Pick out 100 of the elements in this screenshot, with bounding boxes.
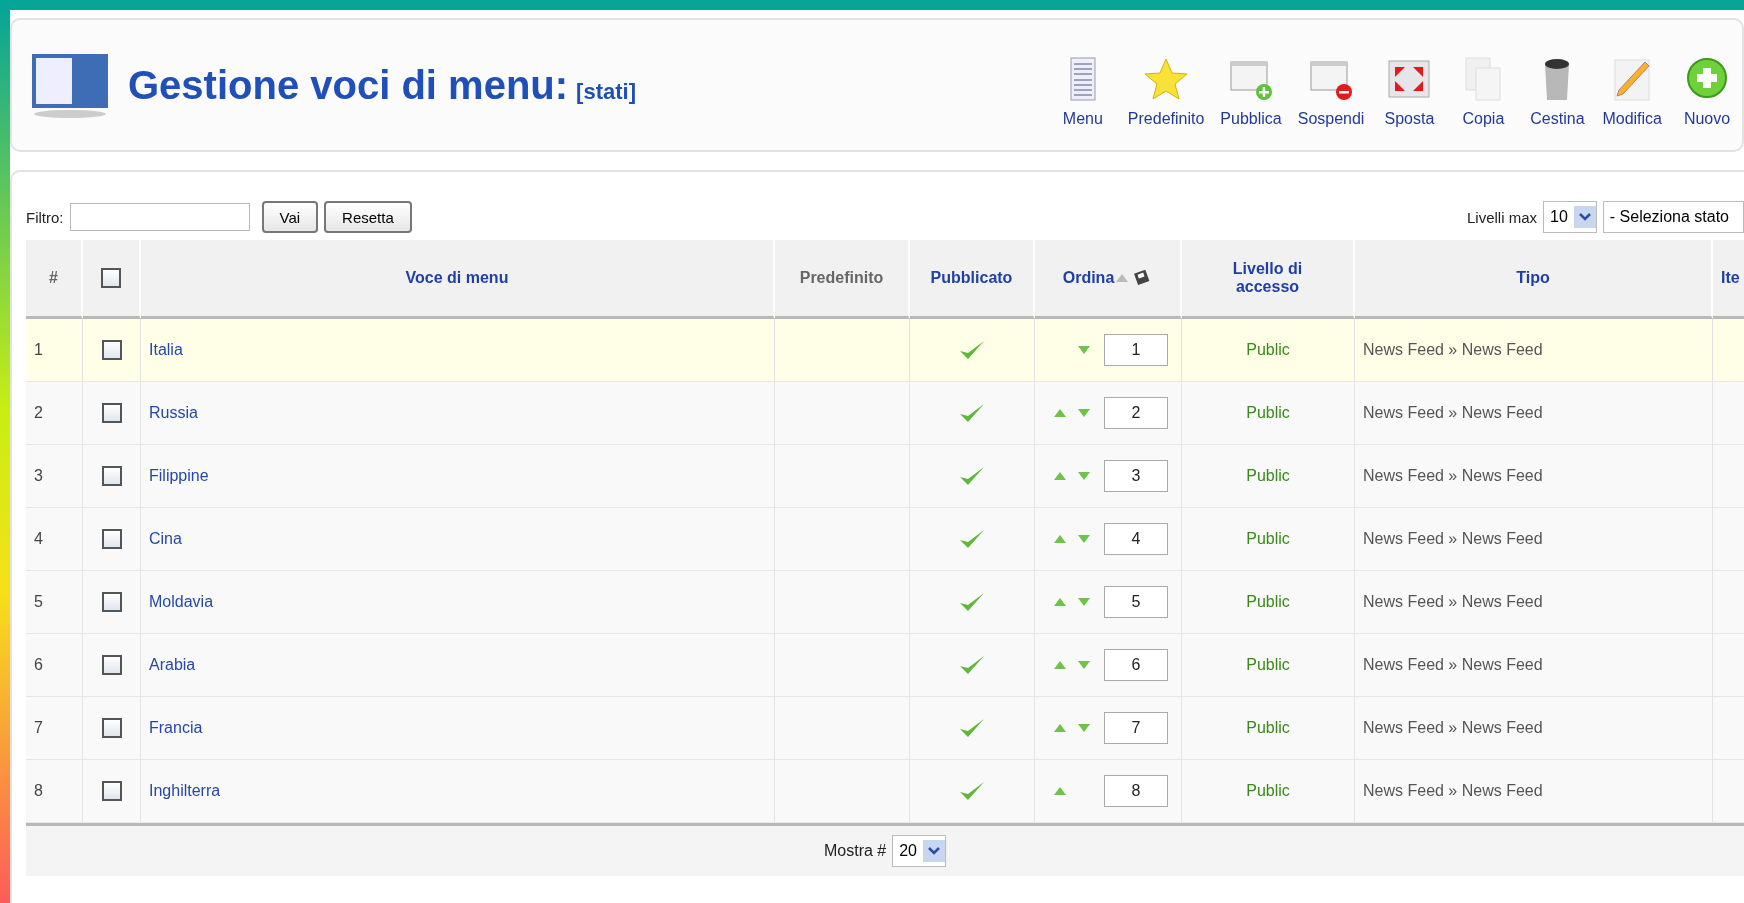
order-input[interactable]: 7 <box>1104 712 1168 744</box>
state-select[interactable]: - Seleziona stato <box>1602 201 1744 233</box>
toolbar-button[interactable]: Sospendi <box>1291 56 1371 128</box>
menu-type-text: News Feed » News Feed <box>1355 319 1713 382</box>
order-input[interactable]: 8 <box>1104 775 1168 807</box>
toolbar-button[interactable]: Pubblica <box>1214 56 1288 128</box>
menu-item-link[interactable]: Inghilterra <box>141 760 775 823</box>
down-arrow-icon[interactable] <box>1077 534 1091 544</box>
access-level-link[interactable]: Public <box>1182 760 1355 823</box>
row-checkbox[interactable] <box>101 466 122 486</box>
page-title: Gestione voci di menu: [stati] <box>128 62 637 108</box>
access-level-link[interactable]: Public <box>1182 697 1355 760</box>
column-header[interactable]: Pubblicato <box>910 240 1035 319</box>
row-number: 6 <box>26 634 83 697</box>
display-count-label: Mostra # <box>823 842 887 860</box>
access-level-link[interactable]: Public <box>1182 445 1355 508</box>
row-number: 3 <box>26 445 83 508</box>
up-arrow-icon[interactable] <box>1053 408 1067 418</box>
order-input[interactable]: 6 <box>1104 649 1168 681</box>
menu-type-text: News Feed » News Feed <box>1355 382 1713 445</box>
checkmark-icon[interactable] <box>959 339 985 361</box>
menu-type-text: News Feed » News Feed <box>1355 508 1713 571</box>
column-header[interactable]: Voce di menu <box>141 240 775 319</box>
menu-item-link[interactable]: Russia <box>141 382 775 445</box>
row-checkbox[interactable] <box>101 529 122 549</box>
menu-type-text: News Feed » News Feed <box>1355 760 1713 823</box>
menu-type-text: News Feed » News Feed <box>1355 634 1713 697</box>
toolbar-button[interactable]: Cestina <box>1522 56 1593 128</box>
filter-button[interactable]: Resetta <box>324 201 412 233</box>
checkmark-icon[interactable] <box>959 780 985 802</box>
checkmark-icon[interactable] <box>959 465 985 487</box>
column-header[interactable]: Ordina <box>1062 269 1115 287</box>
down-arrow-icon[interactable] <box>1077 408 1091 418</box>
up-arrow-icon[interactable] <box>1053 723 1067 733</box>
toolbar-button[interactable]: Copia <box>1448 56 1519 128</box>
access-level-link[interactable]: Public <box>1182 571 1355 634</box>
caret-icon <box>928 847 940 855</box>
column-header: Predefinito <box>775 240 910 319</box>
row-checkbox[interactable] <box>101 655 122 675</box>
row-checkbox[interactable] <box>101 592 122 612</box>
levels-select[interactable]: 10 <box>1543 201 1597 233</box>
display-count-select[interactable]: 20 <box>892 835 946 867</box>
toolbar-button[interactable]: Menu <box>1047 56 1118 128</box>
filter-button[interactable]: Vai <box>261 201 319 233</box>
toolbar-button[interactable]: Sposta <box>1374 56 1445 128</box>
order-input[interactable]: 2 <box>1104 397 1168 429</box>
column-header[interactable]: Ite <box>1713 240 1744 319</box>
order-input[interactable]: 4 <box>1104 523 1168 555</box>
menu-type-text: News Feed » News Feed <box>1355 445 1713 508</box>
column-header: # <box>26 240 83 319</box>
menu-item-link[interactable]: Filippine <box>141 445 775 508</box>
checkmark-icon[interactable] <box>959 528 985 550</box>
levels-label: Livelli max <box>1467 208 1537 226</box>
access-level-link[interactable]: Public <box>1182 382 1355 445</box>
toolbar-button[interactable]: Nuovo <box>1672 56 1742 128</box>
access-level-link[interactable]: Public <box>1182 508 1355 571</box>
access-level-link[interactable]: Public <box>1182 319 1355 382</box>
menu-item-link[interactable]: Cina <box>141 508 775 571</box>
row-checkbox[interactable] <box>101 403 122 423</box>
row-checkbox[interactable] <box>101 718 122 738</box>
down-arrow-icon[interactable] <box>1077 597 1091 607</box>
order-input[interactable]: 3 <box>1104 460 1168 492</box>
checkmark-icon[interactable] <box>959 654 985 676</box>
select-all-checkbox[interactable] <box>101 268 121 288</box>
down-arrow-icon[interactable] <box>1077 723 1091 733</box>
menu-item-link[interactable]: Francia <box>141 697 775 760</box>
filter-input[interactable] <box>69 203 250 231</box>
menu-item-link[interactable]: Arabia <box>141 634 775 697</box>
menu-item-link[interactable]: Italia <box>141 319 775 382</box>
checkmark-icon[interactable] <box>959 402 985 424</box>
menu-type-text: News Feed » News Feed <box>1355 571 1713 634</box>
row-number: 8 <box>26 760 83 823</box>
down-arrow-icon[interactable] <box>1077 471 1091 481</box>
column-header[interactable]: Livello di accesso <box>1182 240 1355 319</box>
access-level-link[interactable]: Public <box>1182 634 1355 697</box>
order-input[interactable]: 5 <box>1104 586 1168 618</box>
checkmark-icon[interactable] <box>959 717 985 739</box>
toolbar-button[interactable]: Modifica <box>1596 56 1668 128</box>
menu-type-text: News Feed » News Feed <box>1355 697 1713 760</box>
up-arrow-icon[interactable] <box>1053 471 1067 481</box>
down-arrow-icon[interactable] <box>1077 345 1091 355</box>
up-arrow-icon[interactable] <box>1053 660 1067 670</box>
star-icon <box>1143 56 1190 102</box>
toolbar-button[interactable]: Predefinito <box>1121 56 1211 128</box>
up-arrow-icon[interactable] <box>1053 597 1067 607</box>
down-arrow-icon[interactable] <box>1077 660 1091 670</box>
sort-ascending-icon <box>1116 274 1129 282</box>
row-number: 1 <box>26 319 83 382</box>
row-checkbox[interactable] <box>101 340 122 360</box>
checkmark-icon[interactable] <box>959 591 985 613</box>
row-number: 4 <box>26 508 83 571</box>
row-checkbox[interactable] <box>101 781 122 801</box>
up-arrow-icon[interactable] <box>1053 786 1067 796</box>
row-number: 7 <box>26 697 83 760</box>
menu-item-link[interactable]: Moldavia <box>141 571 775 634</box>
row-number: 2 <box>26 382 83 445</box>
up-arrow-icon[interactable] <box>1053 534 1067 544</box>
caret-icon <box>1578 213 1591 221</box>
column-header[interactable]: Tipo <box>1355 240 1713 319</box>
order-input[interactable]: 1 <box>1104 334 1168 366</box>
